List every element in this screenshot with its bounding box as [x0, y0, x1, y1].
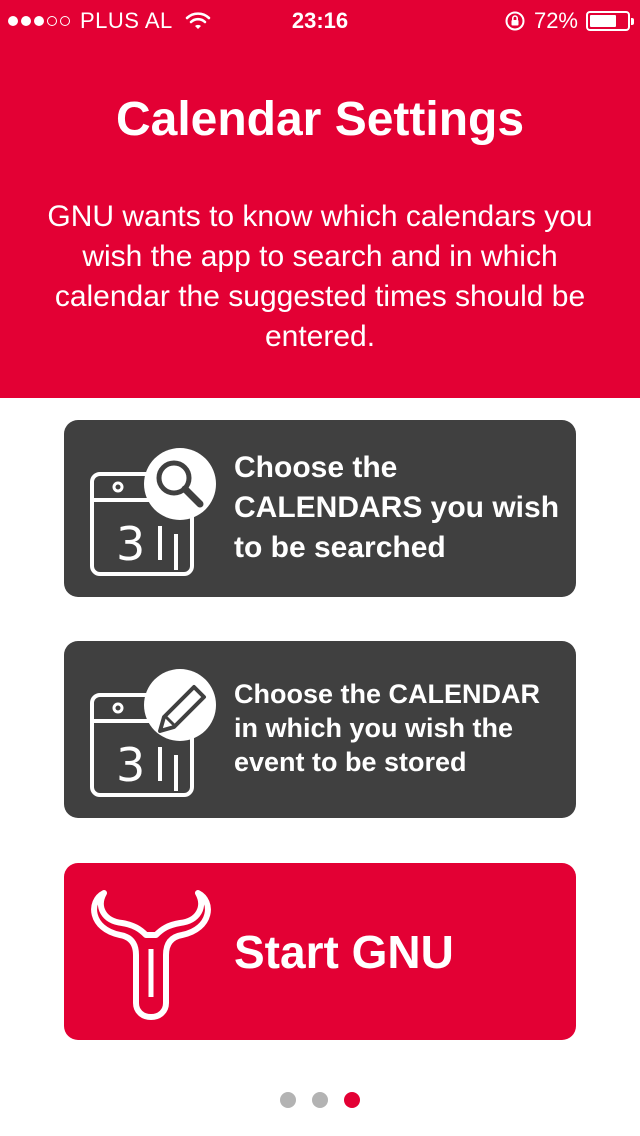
page-title: Calendar Settings: [115, 93, 525, 146]
start-gnu-button[interactable]: Start GNU: [64, 863, 576, 1040]
svg-text:3: 3: [116, 738, 145, 792]
page-indicator: [0, 1092, 640, 1108]
calendar-edit-icon: 3: [90, 669, 216, 797]
choose-target-calendar-label: Choose the CALENDAR in which you wish th…: [234, 679, 541, 777]
header: PLUS AL 23:16 72% Calendar Settings GNU …: [0, 0, 640, 398]
choose-target-calendar-button[interactable]: 3 Choose the CALENDAR in which you wish …: [64, 641, 576, 818]
choose-calendars-button[interactable]: 3 Choose the CALENDARS you wish to be se…: [64, 420, 576, 597]
choose-calendars-label: Choose the CALENDARS you wish to be sear…: [234, 451, 560, 564]
svg-text:3: 3: [116, 517, 145, 571]
battery-fill: [590, 15, 616, 27]
battery-percent: 72%: [533, 8, 578, 33]
status-bar: PLUS AL 23:16 72%: [0, 0, 640, 40]
rotation-lock-icon: [505, 11, 525, 31]
gnu-logo-icon: [91, 890, 211, 1020]
page-dot-2[interactable]: [312, 1092, 328, 1108]
start-gnu-label: Start GNU: [234, 925, 454, 978]
battery-icon: [586, 11, 634, 31]
page-dot-1[interactable]: [280, 1092, 296, 1108]
status-right: 72%: [504, 8, 634, 34]
calendar-search-icon: 3: [90, 448, 216, 576]
page-dot-3[interactable]: [344, 1092, 360, 1108]
intro-text: GNU wants to know which calendars you wi…: [47, 200, 593, 353]
